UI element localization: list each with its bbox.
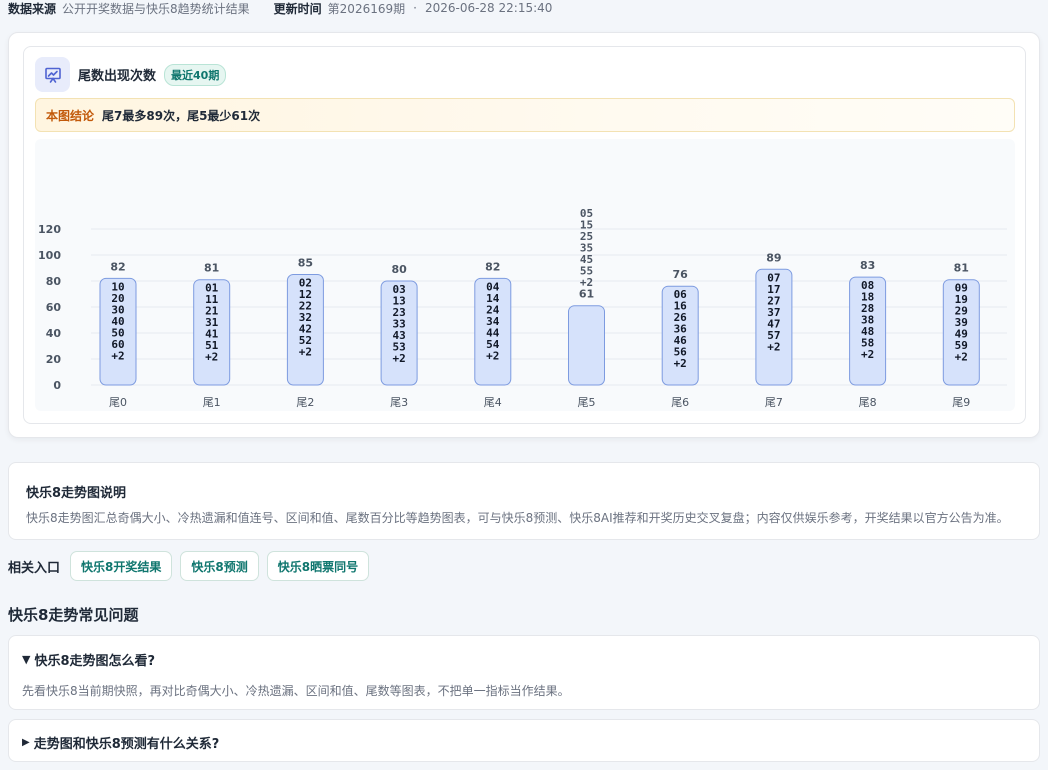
y-tick-label: 0: [53, 379, 61, 392]
bar-number-label: +2: [767, 340, 780, 353]
bar-value-label: 82: [110, 260, 125, 273]
x-category-label: 尾9: [952, 396, 970, 409]
faq-answer-1: 先看快乐8当前期快照，再对比奇偶大小、冷热遗漏、区间和值、尾数等图表，不把单一指…: [22, 684, 570, 698]
faq-question-2[interactable]: ▶ 走势图和快乐8预测有什么关系?: [22, 733, 219, 752]
faq-item-collapsed[interactable]: ▶ 走势图和快乐8预测有什么关系?: [8, 719, 1040, 762]
description-title: 快乐8走势图说明: [26, 486, 127, 501]
plot-area: 0 20 40 60 80 100 120 82 10 20 30 40 50 60 +2 尾0 81 01 11 2…: [35, 139, 1015, 411]
period-badge: 最近40期: [164, 63, 227, 86]
bar-number-label: +2: [861, 348, 874, 361]
bar-value-label: 80: [391, 263, 407, 276]
related-links: 相关入口 快乐8开奖结果 快乐8预测 快乐8晒票同号: [8, 551, 370, 581]
y-tick-label: 80: [46, 275, 62, 288]
presentation-chart-icon: [35, 57, 70, 92]
x-category-label: 尾1: [203, 396, 221, 409]
conclusion-tag: 本图结论: [46, 108, 95, 123]
bar-number-label: +2: [955, 351, 968, 364]
x-category-label: 尾0: [109, 396, 127, 409]
conclusion-text: 尾7最多89次，尾5最少61次: [102, 108, 261, 123]
x-category-label: 尾2: [296, 396, 314, 409]
y-tick-label: 100: [38, 249, 61, 262]
faq-question-text: 快乐8走势图怎么看?: [34, 654, 156, 669]
bar-value-label: 61: [579, 288, 594, 301]
y-tick-label: 60: [46, 301, 62, 314]
bar-number-label: +2: [674, 357, 687, 370]
bar: [568, 305, 605, 386]
bar-number-label: +2: [111, 349, 124, 362]
chart-outer-card: 尾数出现次数 最近40期 本图结论 尾7最多89次，尾5最少61次 0 20 40 6…: [8, 32, 1040, 438]
bar-value-label: 89: [766, 251, 781, 264]
faq-question-1[interactable]: ▼ 快乐8走势图怎么看?: [22, 650, 155, 669]
tail-count-card: 尾数出现次数 最近40期 本图结论 尾7最多89次，尾5最少61次 0 20 40 6…: [23, 46, 1026, 424]
y-tick-label: 20: [46, 353, 62, 366]
caret-right-icon: ▶: [22, 737, 30, 748]
related-label: 相关入口: [8, 560, 61, 576]
issue-number: 第2026169期: [327, 1, 406, 16]
description-card: 快乐8走势图说明 快乐8走势图汇总奇偶大小、冷热遗漏和值连号、区间和值、尾数百分…: [8, 462, 1040, 540]
bar-number-label: +2: [392, 352, 405, 365]
link-draw-results[interactable]: 快乐8开奖结果: [70, 551, 173, 581]
x-category-label: 尾8: [859, 396, 877, 409]
x-category-label: 尾3: [390, 396, 408, 409]
description-body: 快乐8走势图汇总奇偶大小、冷热遗漏和值连号、区间和值、尾数百分比等趋势图表，可与…: [26, 511, 1009, 525]
meta-row: 数据来源 公开开奖数据与快乐8趋势统计结果 更新时间 第2026169期 · 2…: [8, 0, 552, 16]
x-category-label: 尾6: [671, 396, 689, 409]
update-label: 更新时间: [273, 1, 322, 16]
faq-question-text: 走势图和快乐8预测有什么关系?: [33, 737, 220, 752]
card-header: 尾数出现次数 最近40期: [35, 57, 227, 92]
bar-value-label: 81: [954, 262, 969, 275]
bar-value-label: 82: [485, 260, 500, 273]
source-value: 公开开奖数据与快乐8趋势统计结果: [62, 1, 250, 16]
card-title: 尾数出现次数: [78, 69, 157, 84]
bar-number-label: +2: [205, 351, 218, 364]
bar-number-label: +2: [580, 276, 593, 289]
bar-value-label: 83: [860, 259, 875, 272]
x-category-label: 尾4: [484, 396, 502, 409]
x-category-label: 尾5: [578, 396, 596, 409]
conclusion-banner: 本图结论 尾7最多89次，尾5最少61次: [35, 98, 1015, 132]
link-prediction[interactable]: 快乐8预测: [180, 551, 259, 581]
tail-count-bar-chart: 02040608010012082102030405060+2尾08101112…: [38, 207, 1007, 409]
update-datetime: 2026-06-28 22:15:40: [424, 1, 553, 15]
y-tick-label: 40: [46, 327, 62, 340]
bar-value-label: 76: [673, 268, 689, 281]
source-label: 数据来源: [8, 1, 57, 16]
bar-value-label: 85: [298, 257, 313, 270]
link-shared-tickets[interactable]: 快乐8晒票同号: [266, 551, 370, 581]
bar-number-label: +2: [486, 349, 499, 362]
faq-item-expanded[interactable]: ▼ 快乐8走势图怎么看? 先看快乐8当前期快照，再对比奇偶大小、冷热遗漏、区间和…: [8, 635, 1040, 710]
bar-number-label: +2: [299, 346, 312, 359]
y-tick-label: 120: [38, 223, 61, 236]
faq-title: 快乐8走势常见问题: [8, 606, 139, 624]
x-category-label: 尾7: [765, 396, 783, 409]
meta-dot: ·: [413, 1, 417, 15]
caret-down-icon: ▼: [22, 653, 31, 666]
bar-value-label: 81: [204, 262, 219, 275]
